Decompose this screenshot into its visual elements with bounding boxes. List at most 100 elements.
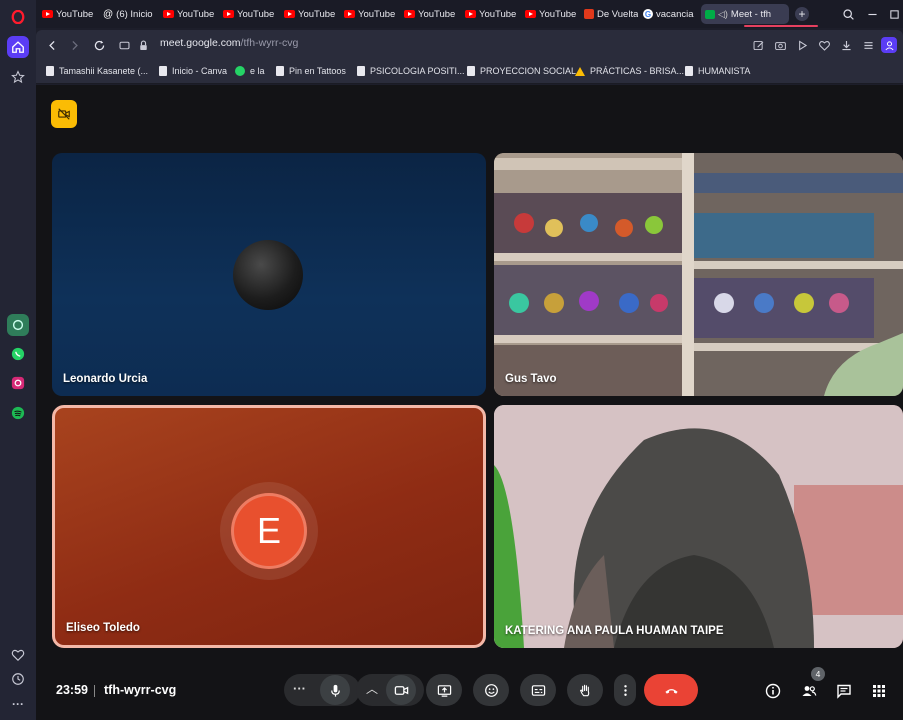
- bookmark-heart-icon[interactable]: [816, 37, 832, 53]
- audio-playing-indicator: [744, 25, 818, 27]
- instagram-icon[interactable]: [7, 372, 29, 394]
- lock-icon[interactable]: [135, 37, 151, 53]
- bookmark-item[interactable]: Pin en Tattoos: [276, 66, 346, 76]
- download-icon[interactable]: [838, 37, 854, 53]
- bookmark-item[interactable]: e la: [235, 66, 265, 76]
- bookmark-item[interactable]: PSICOLOGIA POSITI...: [357, 66, 465, 76]
- tab-vacancia[interactable]: Gvacancia: [643, 4, 697, 24]
- reload-icon[interactable]: [91, 37, 107, 53]
- activities-icon[interactable]: [870, 682, 888, 700]
- present-screen-icon: [437, 684, 451, 697]
- address-bar-row: meet.google.com/tfh-wyrr-cvg: [36, 30, 903, 60]
- page-icon: [159, 66, 167, 76]
- bookmark-item[interactable]: PROYECCION SOCIAL: [467, 66, 576, 76]
- audio-controls: ···: [284, 674, 360, 706]
- tab-youtube[interactable]: YouTube: [42, 4, 100, 24]
- chat-icon[interactable]: [835, 682, 853, 700]
- bookmark-item[interactable]: PRÁCTICAS - BRISA...: [575, 66, 684, 76]
- history-icon[interactable]: [7, 668, 29, 690]
- bookmark-item[interactable]: HUMANISTA: [685, 66, 750, 76]
- edit-page-icon[interactable]: [750, 37, 766, 53]
- camera-off-icon[interactable]: [51, 100, 77, 128]
- video-feed-shelves: [494, 153, 903, 396]
- minimize-icon[interactable]: [864, 6, 880, 22]
- star-icon[interactable]: [7, 66, 29, 88]
- camera-snapshot-icon[interactable]: [772, 37, 788, 53]
- participant-tile[interactable]: KATERING ANA PAULA HUAMAN TAIPE: [494, 405, 903, 648]
- people-icon[interactable]: [800, 682, 818, 700]
- youtube-icon: [163, 10, 174, 18]
- page-icon: [685, 66, 693, 76]
- easy-menu-icon[interactable]: [860, 37, 876, 53]
- youtube-icon: [284, 10, 295, 18]
- bookmark-item[interactable]: Inicio - Canva: [159, 66, 227, 76]
- microphone-button[interactable]: [320, 675, 350, 705]
- tab-meet-active[interactable]: ◁) Meet - tfh: [701, 4, 789, 24]
- tab-de-vuelta[interactable]: De Vuelta: [584, 4, 638, 24]
- tab-youtube[interactable]: YouTube: [284, 4, 342, 24]
- speaker-icon: ◁): [718, 8, 728, 19]
- camera-button[interactable]: [386, 675, 416, 705]
- profile-icon[interactable]: [881, 37, 897, 53]
- threads-icon: @: [103, 8, 114, 20]
- forward-icon[interactable]: [66, 37, 82, 53]
- video-options-chevron-icon[interactable]: ︿: [366, 680, 378, 697]
- tab-youtube[interactable]: YouTube: [223, 4, 281, 24]
- meeting-code: tfh-wyrr-cvg: [104, 683, 177, 697]
- more-icon[interactable]: ···: [7, 693, 29, 715]
- tab-youtube[interactable]: YouTube: [525, 4, 583, 24]
- tab-youtube[interactable]: YouTube: [465, 4, 523, 24]
- present-screen-button[interactable]: [426, 674, 462, 706]
- whatsapp-icon: [235, 66, 245, 76]
- avatar: [233, 240, 303, 310]
- bookmarks-bar: Tamashii Kasanete (... Inicio - Canva e …: [36, 60, 903, 84]
- spotify-icon[interactable]: [7, 402, 29, 424]
- reactions-button[interactable]: [473, 674, 509, 706]
- more-options-button[interactable]: [614, 674, 636, 706]
- new-tab-button[interactable]: +: [795, 7, 809, 21]
- participant-name: Gus Tavo: [505, 373, 557, 385]
- participant-name: Leonardo Urcia: [63, 373, 148, 385]
- maximize-icon[interactable]: [886, 6, 902, 22]
- tab-threads[interactable]: @ (6) Inicio: [103, 4, 161, 24]
- opera-sidebar: ···: [0, 0, 36, 720]
- bookmark-item[interactable]: Tamashii Kasanete (...: [46, 66, 148, 76]
- whatsapp-icon[interactable]: [7, 343, 29, 365]
- divider: [94, 685, 95, 697]
- emoji-icon: [484, 683, 498, 697]
- participant-tile-active-speaker[interactable]: E Eliseo Toledo: [52, 405, 486, 648]
- youtube-icon: [404, 10, 415, 18]
- chatgpt-icon[interactable]: [7, 314, 29, 336]
- page-icon: [467, 66, 475, 76]
- url-field[interactable]: meet.google.com/tfh-wyrr-cvg: [160, 37, 298, 49]
- leave-call-button[interactable]: [644, 674, 698, 706]
- search-tabs-icon[interactable]: [840, 6, 856, 22]
- participant-tile[interactable]: Leonardo Urcia: [52, 153, 486, 396]
- audio-settings-icon[interactable]: ···: [293, 681, 306, 696]
- youtube-icon: [42, 10, 53, 18]
- tab-youtube[interactable]: YouTube: [163, 4, 221, 24]
- page-icon: [276, 66, 284, 76]
- heart-icon[interactable]: [7, 644, 29, 666]
- meeting-details-icon[interactable]: [764, 682, 782, 700]
- participant-tile[interactable]: Gus Tavo: [494, 153, 903, 396]
- tab-strip: YouTube @ (6) Inicio YouTube YouTube YouT…: [36, 0, 903, 28]
- browser-window: ··· YouTube @ (6) Inicio YouTube YouTube …: [0, 0, 903, 720]
- tab-youtube[interactable]: YouTube: [404, 4, 462, 24]
- play-icon[interactable]: [794, 37, 810, 53]
- raise-hand-button[interactable]: [567, 674, 603, 706]
- captions-button[interactable]: [520, 674, 556, 706]
- easy-setup-icon[interactable]: [116, 37, 132, 53]
- google-icon: G: [643, 9, 653, 19]
- tab-youtube[interactable]: YouTube: [344, 4, 402, 24]
- opera-logo-icon[interactable]: [7, 6, 29, 28]
- participant-name: KATERING ANA PAULA HUAMAN TAIPE: [505, 625, 724, 637]
- meet-icon: [705, 9, 715, 19]
- youtube-icon: [344, 10, 355, 18]
- captions-icon: [531, 684, 545, 696]
- back-icon[interactable]: [44, 37, 60, 53]
- meeting-clock: 23:59: [56, 683, 88, 697]
- avatar: E: [231, 493, 307, 569]
- video-controls: ︿: [356, 674, 424, 706]
- home-icon[interactable]: [7, 36, 29, 58]
